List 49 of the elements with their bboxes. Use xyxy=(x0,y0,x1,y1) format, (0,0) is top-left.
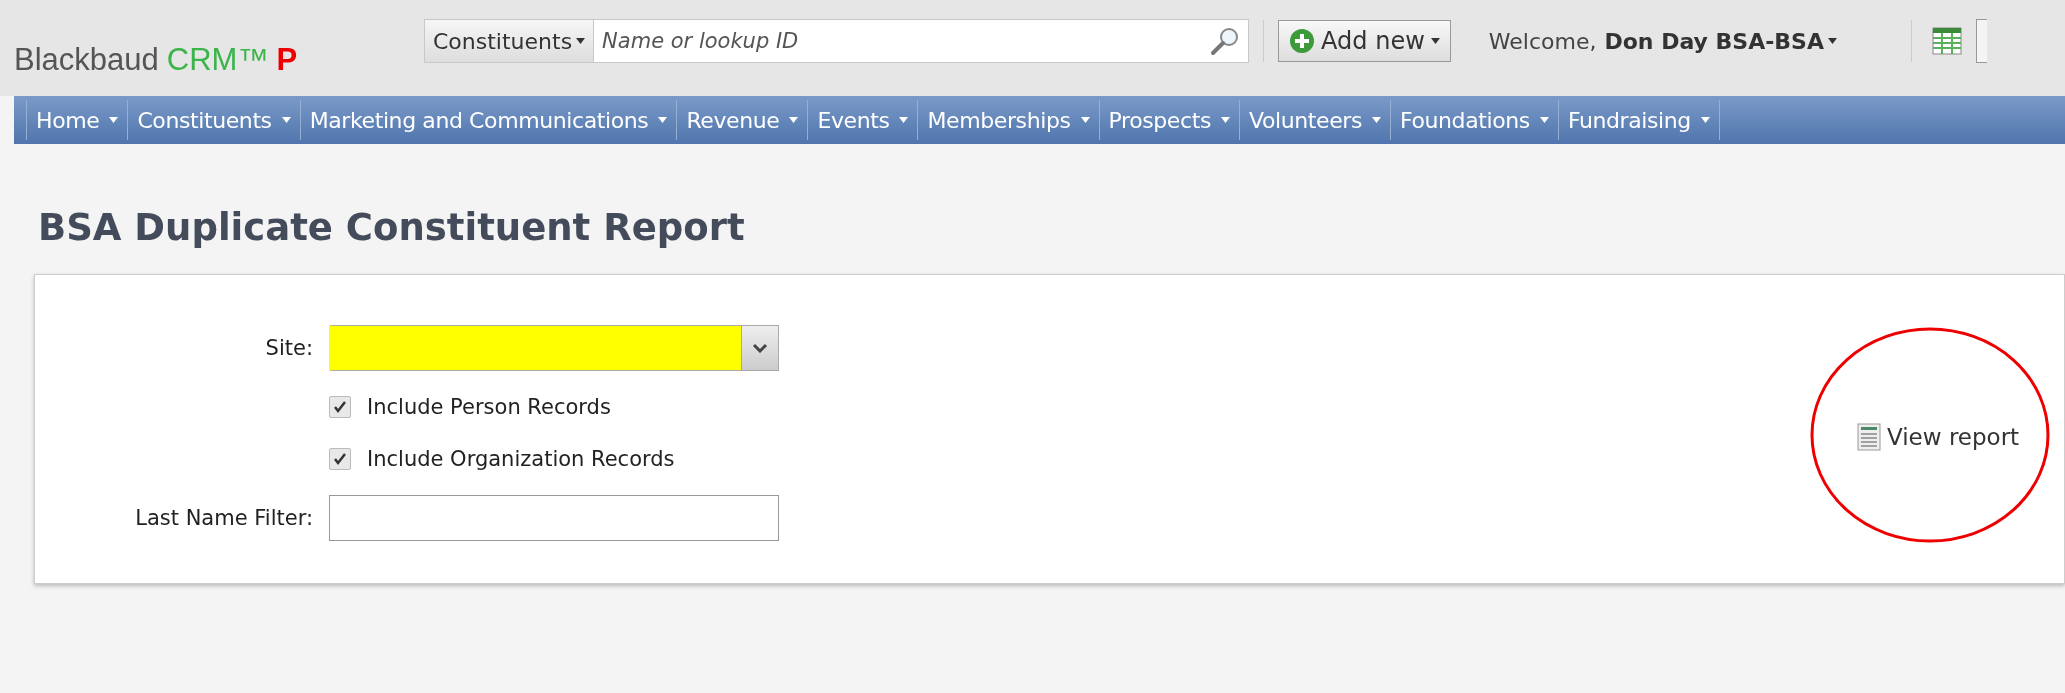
toolbar-button[interactable] xyxy=(1976,19,1987,63)
last-name-filter-field[interactable] xyxy=(329,495,779,541)
nav-menu-item[interactable]: Volunteers xyxy=(1239,100,1390,140)
caret-icon xyxy=(109,117,119,123)
caret-icon xyxy=(576,38,586,44)
user-menu[interactable]: Don Day BSA-BSA xyxy=(1604,28,1837,54)
add-new-button[interactable]: Add new xyxy=(1278,20,1451,62)
nav-menu-item[interactable]: Prospects xyxy=(1098,100,1239,140)
nav-menu-item[interactable]: Constituents xyxy=(127,100,300,140)
welcome-text: Welcome, xyxy=(1488,28,1597,54)
caret-icon xyxy=(281,117,291,123)
environment-label: P xyxy=(276,42,298,78)
caret-icon xyxy=(1080,117,1090,123)
spreadsheet-icon[interactable] xyxy=(1932,27,1962,55)
checkbox[interactable] xyxy=(329,448,351,470)
caret-icon xyxy=(1221,117,1230,123)
caret-icon xyxy=(1828,38,1837,44)
caret-icon xyxy=(1372,117,1381,123)
nav-menu-item[interactable]: Revenue xyxy=(676,100,808,140)
checkbox[interactable] xyxy=(329,396,351,418)
site-label: Site: xyxy=(265,336,313,360)
report-icon xyxy=(1857,423,1881,451)
search-bar[interactable]: Constituents Name or lookup ID xyxy=(424,19,1250,63)
checkmark-icon xyxy=(333,400,347,414)
brand-logo: Blackbaud xyxy=(14,42,159,78)
checkmark-icon xyxy=(333,452,347,466)
caret-icon xyxy=(1539,117,1549,123)
caret-icon xyxy=(1700,117,1710,123)
nav-menu-item[interactable]: Foundations xyxy=(1390,100,1558,140)
nav-menu-item[interactable]: Events xyxy=(807,100,918,140)
chevron-down-icon xyxy=(752,343,768,353)
caret-icon xyxy=(658,117,668,123)
search-category-dropdown[interactable]: Constituents xyxy=(425,20,595,62)
checkbox-label: Include Person Records xyxy=(367,395,611,419)
nav-menu-item[interactable]: Memberships xyxy=(917,100,1099,140)
checkbox-label: Include Organization Records xyxy=(367,447,675,471)
caret-icon xyxy=(789,117,799,123)
nav-menu-item[interactable]: Home xyxy=(26,100,128,140)
caret-icon xyxy=(1430,38,1440,44)
product-logo: CRM™ xyxy=(166,42,269,78)
plus-icon xyxy=(1289,28,1316,54)
last-name-filter-label: Last Name Filter: xyxy=(135,506,313,530)
nav-menu-item[interactable]: Fundraising xyxy=(1557,100,1720,140)
nav-menu-item[interactable]: Marketing and Communications xyxy=(299,100,677,140)
page-title: BSA Duplicate Constituent Report xyxy=(37,205,746,251)
view-report-link[interactable]: View report xyxy=(1857,423,2020,451)
search-field[interactable]: Name or lookup ID xyxy=(594,20,1211,62)
caret-icon xyxy=(899,117,909,123)
search-icon[interactable] xyxy=(1210,26,1241,56)
